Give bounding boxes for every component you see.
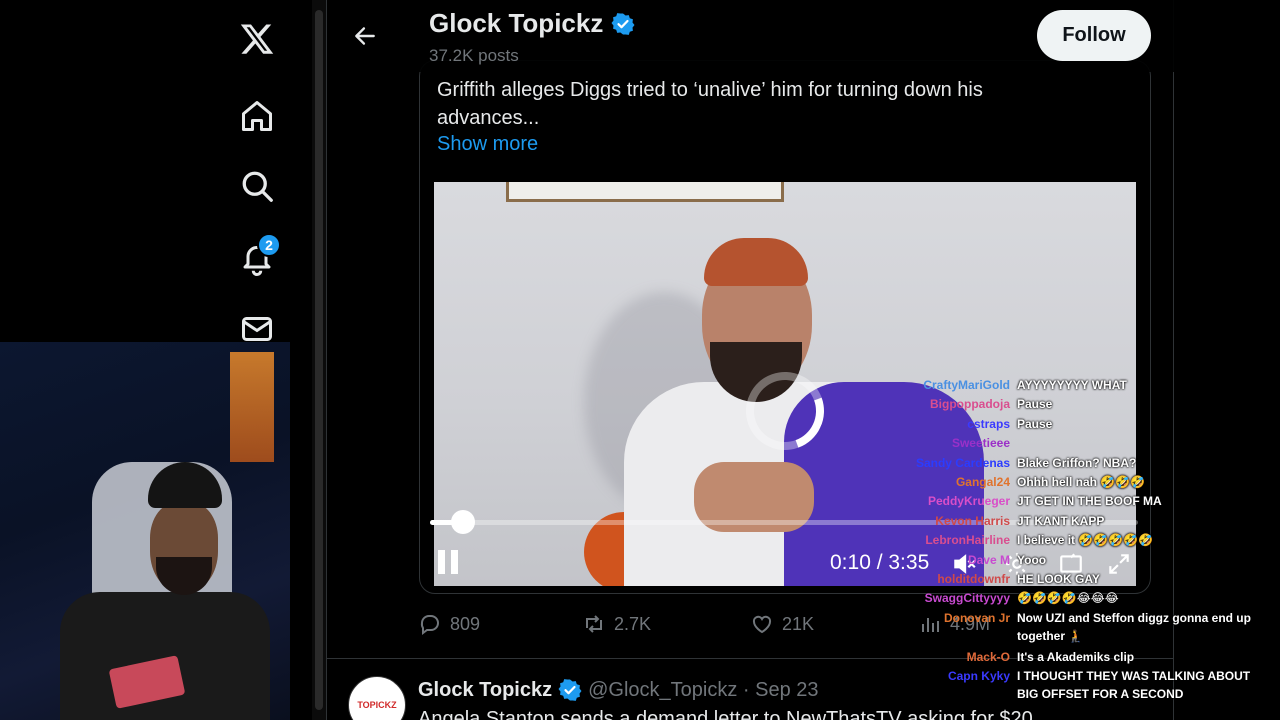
chat-username: Donovan Jr	[943, 610, 1010, 625]
reply-action[interactable]: 809	[418, 612, 480, 636]
profile-name-text: Glock Topickz	[429, 8, 604, 38]
chat-message-text: I THOUGHT THEY WAS TALKING ABOUT BIG OFF…	[1017, 669, 1251, 701]
home-icon[interactable]	[236, 95, 278, 137]
chat-message-text: Now UZI and Steffon diggz gonna end up t…	[1017, 610, 1251, 643]
chat-username: Sweetieee	[951, 436, 1010, 451]
profile-header: Glock Topickz 37.2K posts Follow	[327, 0, 1175, 72]
chat-username: Dave M	[967, 552, 1010, 567]
next-post-author-name: Glock Topickz	[418, 678, 553, 701]
video-progress-knob[interactable]	[450, 510, 475, 534]
heart-icon	[752, 615, 772, 634]
chat-message-text: Blake Griffon? NBA?	[1017, 455, 1137, 470]
profile-name: Glock Topickz	[429, 8, 635, 39]
follow-button[interactable]: Follow	[1037, 10, 1151, 61]
repost-count: 2.7K	[614, 613, 652, 634]
page-scrollbar[interactable]	[312, 0, 326, 720]
next-post-avatar-text: TOPICKZ	[357, 700, 397, 710]
like-action[interactable]: 21K	[750, 612, 814, 636]
chat-message-text: JT GET IN THE BOOF MA	[1017, 494, 1162, 509]
video-person-hair	[704, 238, 808, 286]
wall-picture-frame	[506, 182, 784, 202]
chat-username: holditdownfr	[937, 572, 1010, 586]
verified-badge-icon	[558, 679, 582, 701]
like-count: 21K	[782, 613, 815, 634]
stream-chat-overlay: CraftyMariGold AYYYYYYYY WHAT Bigpoppadoja…	[880, 376, 1280, 720]
chat-message-text: Pause	[1017, 416, 1053, 431]
next-post-author[interactable]: Glock Topickz @Glock_Topickz · Sep 23	[418, 678, 819, 702]
chat-message-text: HE LOOK GAY	[1017, 572, 1100, 586]
chat-message-text: Pause	[1017, 397, 1053, 412]
chat-username: PeddyKrueger	[927, 494, 1010, 509]
chat-username: SwaggCittyyyy	[924, 591, 1010, 606]
reply-icon	[420, 615, 439, 635]
verified-badge-icon	[611, 12, 635, 35]
chat-username: Sandy Cardenas	[915, 455, 1010, 470]
chat-username: cstraps	[967, 416, 1010, 431]
back-arrow-icon[interactable]	[347, 18, 383, 54]
search-icon[interactable]	[236, 165, 278, 207]
webcam-background-light	[230, 352, 274, 462]
chat-message-text: AYYYYYYYY WHAT	[1017, 378, 1127, 392]
chat-username: Mack-O	[966, 649, 1010, 664]
notification-badge: 2	[257, 233, 281, 257]
chat-username: Kevon Harris	[935, 513, 1010, 528]
chat-message-text: It's a Akademiks clip	[1017, 649, 1135, 664]
chat-username: CraftyMariGold	[923, 378, 1010, 392]
next-post-handle-date: @Glock_Topickz · Sep 23	[588, 678, 819, 701]
chat-message-text: I believe it 🤣🤣🤣🤣🤣	[1017, 533, 1154, 548]
webcam-person-shirt	[60, 592, 270, 720]
webcam-overlay	[0, 342, 290, 720]
chat-username: Bigpoppadoja	[930, 397, 1010, 412]
pause-icon[interactable]	[438, 550, 462, 576]
repost-action[interactable]: 2.7K	[582, 612, 651, 636]
repost-icon	[586, 615, 602, 633]
chat-message-text: Yooo	[1017, 552, 1047, 567]
reply-count: 809	[450, 613, 481, 634]
post-count: 37.2K posts	[429, 46, 519, 65]
chat-username: Gangal24	[955, 475, 1010, 489]
scrollbar-thumb[interactable]	[315, 10, 323, 710]
chat-username: Capn Kyky	[947, 669, 1010, 683]
chat-message-text: JT KANT KAPP	[1017, 513, 1105, 528]
x-logo-icon[interactable]	[236, 18, 278, 60]
show-more-link[interactable]: Show more	[437, 133, 538, 156]
chat-username: LebronHairline	[925, 533, 1010, 548]
post-text: Griffith alleges Diggs tried to ‘unalive…	[437, 79, 983, 129]
chat-message-text: Ohhh hell nah 🤣🤣🤣	[1017, 475, 1146, 489]
chat-message-text: 🤣🤣🤣🤣😂😂😂	[1017, 591, 1119, 606]
